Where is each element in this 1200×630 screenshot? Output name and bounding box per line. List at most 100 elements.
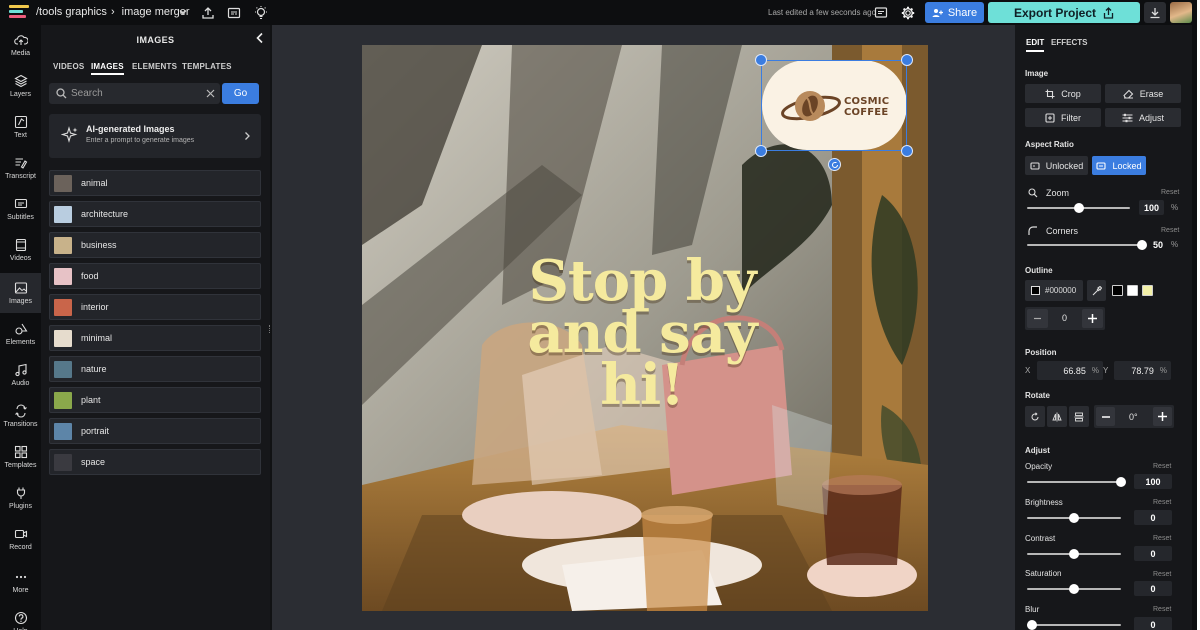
position-x-input[interactable]: 66.85 % [1037, 361, 1103, 380]
opacity-value[interactable]: 100 [1134, 474, 1172, 489]
rotate-handle[interactable] [828, 158, 841, 171]
contrast-slider-knob[interactable] [1069, 549, 1079, 559]
zoom-reset[interactable]: Reset [1161, 189, 1179, 196]
category-item-architecture[interactable]: architecture [49, 201, 261, 227]
rail-item-transitions[interactable]: Transitions [0, 396, 41, 436]
rail-item-more[interactable]: More [0, 562, 41, 602]
search-input[interactable] [71, 83, 196, 104]
blur-slider-knob[interactable] [1027, 620, 1037, 630]
category-item-portrait[interactable]: portrait [49, 418, 261, 444]
filter-button[interactable]: Filter [1025, 108, 1101, 127]
adjust-button[interactable]: Adjust [1105, 108, 1181, 127]
blur-reset[interactable]: Reset [1153, 606, 1171, 613]
category-item-minimal[interactable]: minimal [49, 325, 261, 351]
artboard[interactable]: COSMIC COFFEE Stop by and say hi! [362, 45, 928, 611]
corners-slider-track[interactable] [1027, 244, 1142, 246]
rail-item-layers[interactable]: Layers [0, 66, 41, 106]
comment-icon[interactable] [873, 5, 889, 21]
crop-button[interactable]: Crop [1025, 84, 1101, 103]
resize-handle-bottom-left[interactable] [755, 145, 767, 157]
rail-item-record[interactable]: Record [0, 519, 41, 559]
flip-horizontal-button[interactable] [1047, 406, 1067, 427]
search-go-button[interactable]: Go [222, 83, 259, 104]
saturation-reset[interactable]: Reset [1153, 571, 1171, 578]
resize-handle-bottom-right[interactable] [901, 145, 913, 157]
cosmic-coffee-logo[interactable]: COSMIC COFFEE [762, 60, 907, 150]
tab-effects[interactable]: EFFECTS [1051, 38, 1087, 47]
breadcrumb-folder[interactable]: /tools graphics [36, 6, 107, 18]
rail-item-help[interactable]: Help [0, 603, 41, 630]
swatch-black[interactable] [1112, 285, 1123, 296]
brightness-reset[interactable]: Reset [1153, 499, 1171, 506]
share-button[interactable]: Share [925, 2, 984, 23]
contrast-value[interactable]: 0 [1134, 546, 1172, 561]
rail-item-media[interactable]: Media [0, 25, 41, 65]
category-item-plant[interactable]: plant [49, 387, 261, 413]
resize-handle-top-right[interactable] [901, 54, 913, 66]
contrast-reset[interactable]: Reset [1153, 535, 1171, 542]
category-item-animal[interactable]: animal [49, 170, 261, 196]
saturation-slider-knob[interactable] [1069, 584, 1079, 594]
rail-item-elements[interactable]: Elements [0, 314, 41, 354]
rotate-increase-button[interactable] [1153, 407, 1172, 426]
saturation-value[interactable]: 0 [1134, 581, 1172, 596]
outline-width-value[interactable]: 0 [1062, 313, 1067, 323]
rail-item-videos[interactable]: Videos [0, 230, 41, 270]
outline-increase-button[interactable] [1082, 309, 1103, 328]
swatch-yellow[interactable] [1142, 285, 1153, 296]
eyedropper-button[interactable] [1087, 280, 1106, 301]
chevron-down-icon[interactable] [178, 7, 188, 17]
subtitles-icon[interactable] [226, 5, 242, 21]
erase-button[interactable]: Erase [1105, 84, 1181, 103]
tab-images[interactable]: IMAGES [91, 62, 124, 75]
aspect-locked-button[interactable]: Locked [1092, 156, 1146, 175]
opacity-slider-knob[interactable] [1116, 477, 1126, 487]
category-item-business[interactable]: business [49, 232, 261, 258]
category-item-nature[interactable]: nature [49, 356, 261, 382]
rail-item-plugins[interactable]: Plugins [0, 478, 41, 518]
export-project-button[interactable]: Export Project [988, 2, 1140, 23]
opacity-slider-track[interactable] [1027, 481, 1121, 483]
category-item-food[interactable]: food [49, 263, 261, 289]
properties-scrollbar[interactable] [1192, 25, 1197, 630]
zoom-value[interactable]: 100 [1139, 200, 1164, 215]
aspect-unlocked-button[interactable]: Unlocked [1025, 156, 1088, 175]
tab-edit[interactable]: EDIT [1026, 38, 1045, 52]
user-avatar[interactable] [1170, 2, 1192, 23]
rotate-value[interactable]: 0° [1129, 412, 1138, 422]
rail-item-transcript[interactable]: Transcript [0, 148, 41, 188]
category-item-interior[interactable]: interior [49, 294, 261, 320]
opacity-reset[interactable]: Reset [1153, 463, 1171, 470]
upload-icon[interactable] [200, 5, 216, 21]
brightness-value[interactable]: 0 [1134, 510, 1172, 525]
corners-value[interactable]: 50 [1149, 237, 1167, 252]
flip-vertical-button[interactable] [1069, 406, 1089, 427]
tab-elements[interactable]: ELEMENTS [132, 62, 177, 71]
collapse-panel-button[interactable] [255, 32, 265, 44]
ai-generated-images-card[interactable]: AI-generated Images Enter a prompt to ge… [49, 114, 261, 158]
outline-color-field[interactable]: #000000 [1025, 280, 1083, 301]
gear-icon[interactable] [900, 5, 916, 21]
headline-text[interactable]: Stop by and say hi! [482, 253, 802, 413]
rail-item-text[interactable]: Text [0, 107, 41, 147]
resize-handle-top-left[interactable] [755, 54, 767, 66]
rotate-button[interactable] [1025, 406, 1045, 427]
category-item-space[interactable]: space [49, 449, 261, 475]
tab-templates[interactable]: TEMPLATES [182, 62, 232, 71]
zoom-slider-knob[interactable] [1073, 203, 1084, 213]
app-logo-icon[interactable] [9, 5, 29, 21]
rail-item-templates[interactable]: Templates [0, 437, 41, 477]
rail-item-audio[interactable]: Audio [0, 355, 41, 395]
corners-reset[interactable]: Reset [1161, 227, 1179, 234]
swatch-white[interactable] [1127, 285, 1138, 296]
position-y-input[interactable]: 78.79 % [1114, 361, 1171, 380]
rail-item-subtitles[interactable]: Subtitles [0, 189, 41, 229]
blur-slider-track[interactable] [1027, 624, 1121, 626]
outline-decrease-button[interactable] [1027, 309, 1048, 328]
rail-item-images[interactable]: Images [0, 273, 41, 313]
blur-value[interactable]: 0 [1134, 617, 1172, 630]
clear-search-icon[interactable] [206, 89, 215, 98]
rotate-decrease-button[interactable] [1096, 407, 1115, 426]
brightness-slider-knob[interactable] [1069, 513, 1079, 523]
corners-slider-knob[interactable] [1137, 240, 1147, 250]
